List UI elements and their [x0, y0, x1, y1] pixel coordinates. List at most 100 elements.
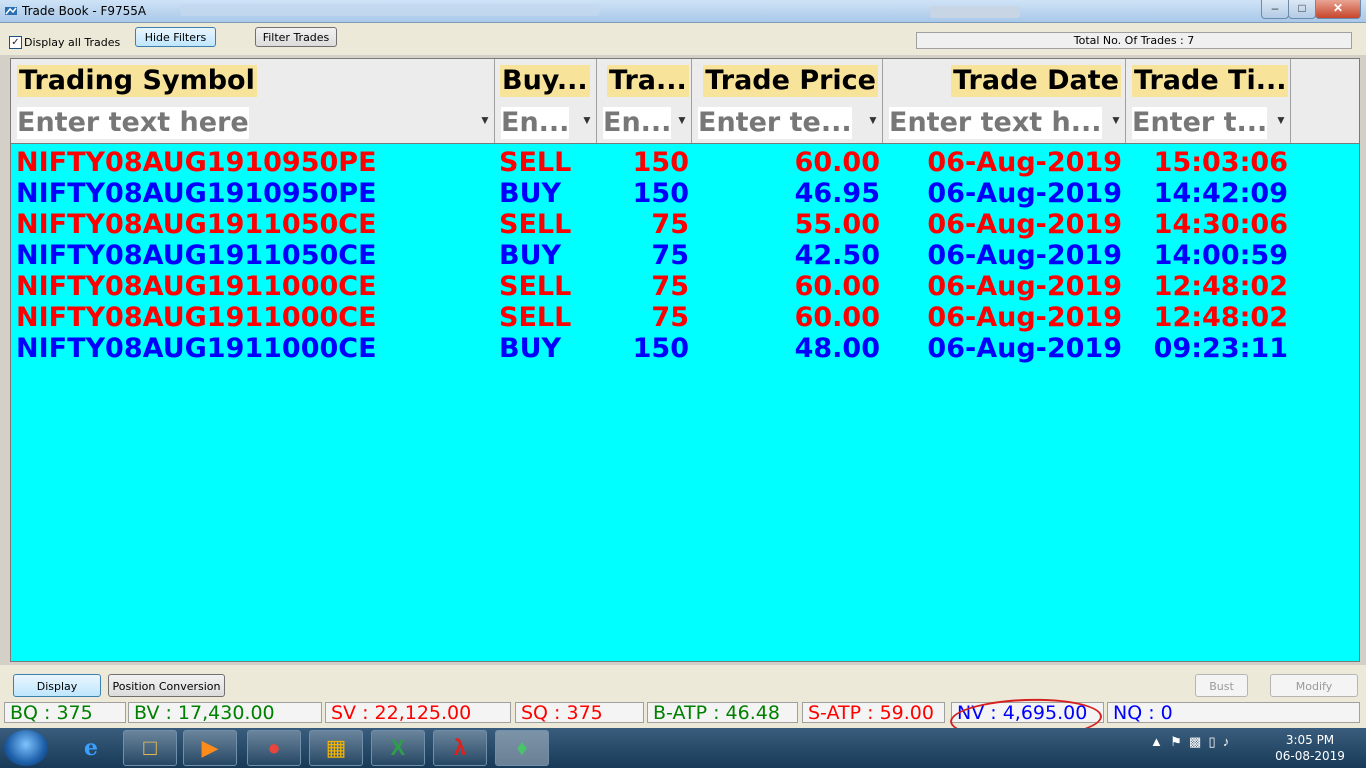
table-row[interactable]: NIFTY08AUG1910950PE SELL 150 60.00 06-Au…: [11, 147, 1359, 178]
excel-icon[interactable]: X: [371, 730, 425, 766]
cell-time: 14:00:59: [1153, 240, 1288, 271]
position-conversion-button[interactable]: Position Conversion: [108, 674, 225, 697]
status-bv: BV : 17,430.00: [128, 702, 322, 723]
cell-date: 06-Aug-2019: [927, 333, 1122, 364]
cell-side: BUY: [499, 178, 562, 209]
title-bar: Trade Book - F9755A – □ ✕: [0, 0, 1366, 23]
cell-price: 60.00: [794, 271, 880, 302]
media-player-icon[interactable]: ▶: [183, 730, 237, 766]
cell-price: 60.00: [794, 302, 880, 333]
cell-time: 12:48:02: [1153, 271, 1288, 302]
modify-button[interactable]: Modify: [1270, 674, 1358, 697]
cell-price: 55.00: [794, 209, 880, 240]
cell-date: 06-Aug-2019: [927, 147, 1122, 178]
cell-side: SELL: [499, 271, 572, 302]
pdf-reader-icon[interactable]: λ: [433, 730, 487, 766]
cell-qty: 75: [651, 209, 689, 240]
cell-side: SELL: [499, 302, 572, 333]
filter-funnel-icon[interactable]: ▼: [866, 113, 880, 129]
cell-price: 42.50: [794, 240, 880, 271]
table-row[interactable]: NIFTY08AUG1911000CE BUY 150 48.00 06-Aug…: [11, 333, 1359, 364]
bust-button[interactable]: Bust: [1195, 674, 1248, 697]
cell-symbol: NIFTY08AUG1910950PE: [16, 178, 377, 209]
cell-symbol: NIFTY08AUG1911000CE: [16, 271, 377, 302]
table-row[interactable]: NIFTY08AUG1911050CE BUY 75 42.50 06-Aug-…: [11, 240, 1359, 271]
cell-time: 12:48:02: [1153, 302, 1288, 333]
title-blurred-region-2: [930, 6, 1020, 18]
minimize-button[interactable]: –: [1261, 0, 1289, 19]
status-s-atp: S-ATP : 59.00: [802, 702, 945, 723]
cell-symbol: NIFTY08AUG1911000CE: [16, 302, 377, 333]
status-bq: BQ : 375: [4, 702, 126, 723]
filter-cell-trade-date[interactable]: Enter text h... ▼: [883, 101, 1126, 143]
filter-trades-button[interactable]: Filter Trades: [255, 27, 337, 47]
filter-cell-trade-time[interactable]: Enter t... ▼: [1126, 101, 1291, 143]
display-all-label: Display all Trades: [24, 36, 121, 49]
hide-filters-button[interactable]: Hide Filters: [135, 27, 216, 47]
status-b-atp: B-ATP : 46.48: [647, 702, 798, 723]
cell-side: SELL: [499, 209, 572, 240]
close-button[interactable]: ✕: [1315, 0, 1361, 19]
filter-row: Enter text here ▼ En... ▼ En... ▼ Enter te.…: [11, 101, 1359, 144]
cell-date: 06-Aug-2019: [927, 240, 1122, 271]
status-sv: SV : 22,125.00: [325, 702, 511, 723]
display-all-checkbox[interactable]: ✓: [9, 36, 22, 49]
status-nq: NQ : 0: [1107, 702, 1360, 723]
col-header-trade-qty[interactable]: Tra...: [597, 59, 692, 101]
header-row: Trading Symbol Buy... Tra... Trade Price…: [11, 59, 1359, 101]
cell-time: 15:03:06: [1153, 147, 1288, 178]
table-row[interactable]: NIFTY08AUG1910950PE BUY 150 46.95 06-Aug…: [11, 178, 1359, 209]
cell-date: 06-Aug-2019: [927, 302, 1122, 333]
filter-cell-trade-qty[interactable]: En... ▼: [597, 101, 692, 143]
table-row[interactable]: NIFTY08AUG1911050CE SELL 75 55.00 06-Aug…: [11, 209, 1359, 240]
cell-side: BUY: [499, 240, 562, 271]
cell-date: 06-Aug-2019: [927, 271, 1122, 302]
window-title: Trade Book - F9755A: [22, 4, 147, 18]
ie-icon[interactable]: e: [64, 730, 118, 766]
trading-app-icon[interactable]: ♦: [495, 730, 549, 766]
cell-time: 09:23:11: [1153, 333, 1288, 364]
table-row[interactable]: NIFTY08AUG1911000CE SELL 75 60.00 06-Aug…: [11, 271, 1359, 302]
filter-cell-buy-sell[interactable]: En... ▼: [495, 101, 597, 143]
start-button[interactable]: [4, 730, 48, 766]
app-icon: [5, 7, 17, 15]
col-header-buy-sell[interactable]: Buy...: [495, 59, 597, 101]
system-tray[interactable]: ▲ ⚑ ▩ ▯ ♪: [1150, 734, 1229, 750]
status-sq: SQ : 375: [515, 702, 644, 723]
app-window-icon[interactable]: ▦: [309, 730, 363, 766]
col-header-trade-price[interactable]: Trade Price: [692, 59, 883, 101]
col-header-trade-time[interactable]: Trade Ti...: [1126, 59, 1291, 101]
maximize-button[interactable]: □: [1288, 0, 1316, 19]
filter-funnel-icon[interactable]: ▼: [1274, 113, 1288, 129]
filter-funnel-icon[interactable]: ▼: [478, 113, 492, 129]
cell-price: 60.00: [794, 147, 880, 178]
cell-qty: 75: [651, 240, 689, 271]
filter-funnel-icon[interactable]: ▼: [580, 113, 594, 129]
cell-symbol: NIFTY08AUG1910950PE: [16, 147, 377, 178]
cell-qty: 150: [632, 147, 689, 178]
cell-symbol: NIFTY08AUG1911000CE: [16, 333, 377, 364]
table-row[interactable]: NIFTY08AUG1911000CE SELL 75 60.00 06-Aug…: [11, 302, 1359, 333]
trade-grid[interactable]: Trading Symbol Buy... Tra... Trade Price…: [10, 58, 1360, 662]
cell-qty: 150: [632, 333, 689, 364]
cell-date: 06-Aug-2019: [927, 178, 1122, 209]
filter-cell-trading-symbol[interactable]: Enter text here ▼: [11, 101, 495, 143]
filter-funnel-icon[interactable]: ▼: [1109, 113, 1123, 129]
cell-date: 06-Aug-2019: [927, 209, 1122, 240]
cell-qty: 150: [632, 178, 689, 209]
title-blurred-region: [180, 4, 600, 16]
clock-time: 3:05 PM: [1285, 733, 1335, 747]
total-trades-count: Total No. Of Trades : 7: [916, 32, 1352, 49]
filter-cell-trade-price[interactable]: Enter te... ▼: [692, 101, 883, 143]
taskbar-clock[interactable]: 3:05 PM 06-08-2019: [1270, 732, 1350, 764]
filter-funnel-icon[interactable]: ▼: [675, 113, 689, 129]
cell-time: 14:30:06: [1153, 209, 1288, 240]
cell-side: BUY: [499, 333, 562, 364]
cell-symbol: NIFTY08AUG1911050CE: [16, 240, 377, 271]
cell-side: SELL: [499, 147, 572, 178]
col-header-trade-date[interactable]: Trade Date: [883, 59, 1126, 101]
display-button[interactable]: Display: [13, 674, 101, 697]
explorer-icon[interactable]: □: [123, 730, 177, 766]
chrome-icon[interactable]: ●: [247, 730, 301, 766]
col-header-trading-symbol[interactable]: Trading Symbol: [11, 59, 495, 101]
